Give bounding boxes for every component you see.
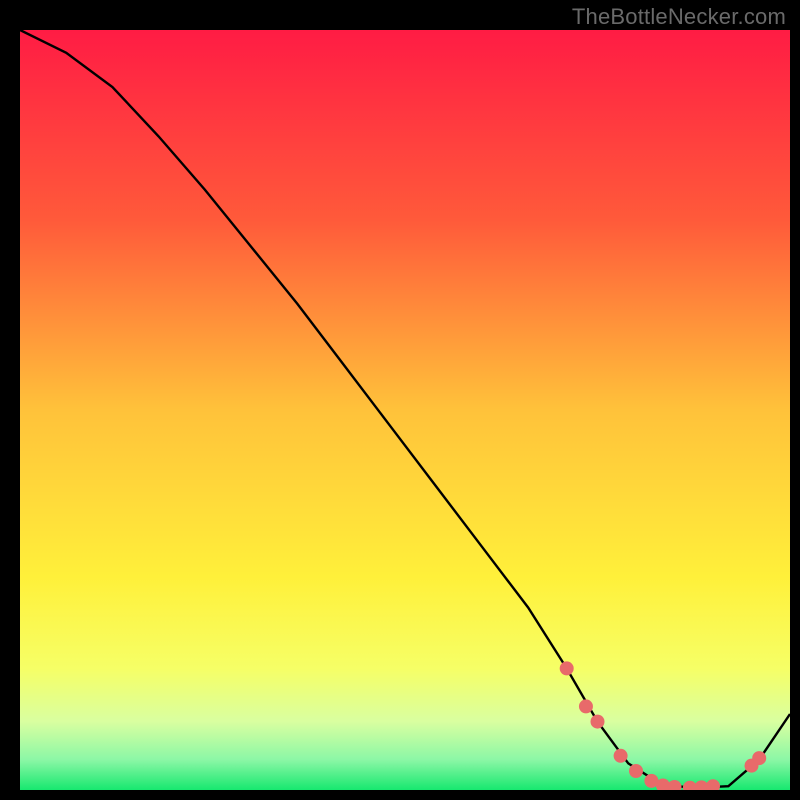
chart-stage: TheBottleNecker.com	[0, 0, 800, 800]
highlight-dot	[706, 779, 720, 793]
watermark-text: TheBottleNecker.com	[572, 4, 786, 30]
highlight-dot	[560, 661, 574, 675]
highlight-dot	[752, 751, 766, 765]
highlight-dot	[668, 780, 682, 794]
highlight-dot	[591, 715, 605, 729]
gradient-panel	[20, 30, 790, 790]
bottleneck-chart	[0, 0, 800, 800]
highlight-dot	[614, 749, 628, 763]
highlight-dot	[579, 699, 593, 713]
highlight-dot	[629, 764, 643, 778]
